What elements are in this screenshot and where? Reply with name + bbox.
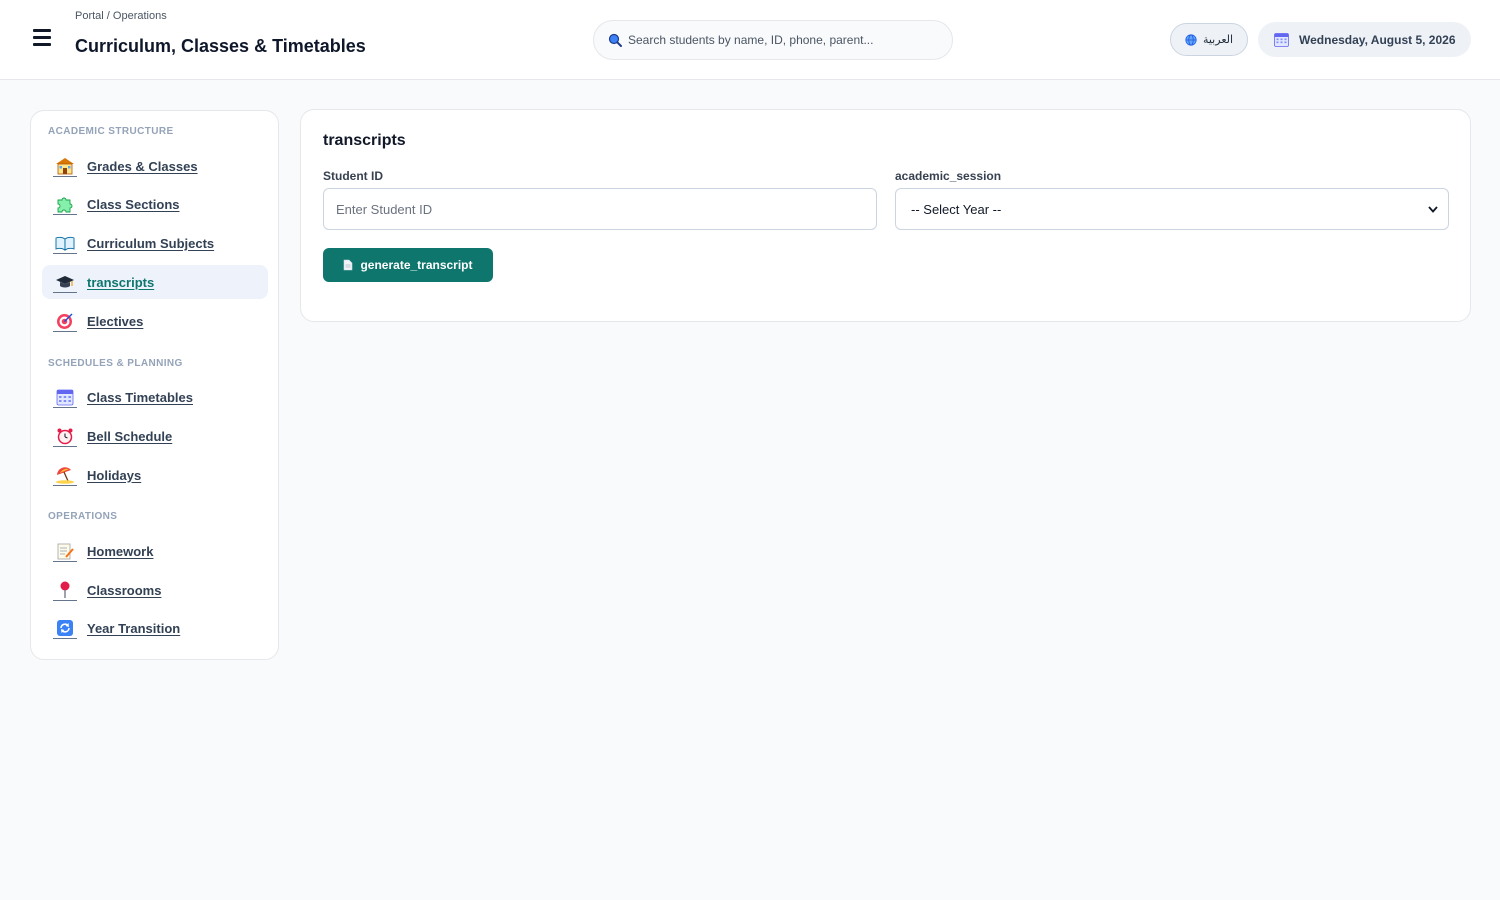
card-title: transcripts [323,132,406,149]
hamburger-menu-icon[interactable] [33,29,55,49]
sidebar-item-label: Electives [87,313,144,329]
sidebar-item-label: Classrooms [87,582,162,598]
sidebar-item-label: Curriculum Subjects [87,235,215,251]
graduation-cap-icon [53,271,77,293]
sidebar-item-label: Grades & Classes [87,158,198,174]
student-id-label: Student ID [323,169,383,183]
sidebar-item-label: Bell Schedule [87,428,173,444]
top-header: Portal / Operations Curriculum, Classes … [0,0,1500,80]
sidebar-item-holidays[interactable]: Holidays [42,458,268,492]
sidebar-item-bell-schedule[interactable]: Bell Schedule [42,419,268,453]
section-title-academic-structure: ACADEMIC STRUCTURE [48,126,174,137]
book-icon [53,232,77,254]
section-title-operations: OPERATIONS [48,511,118,522]
beach-umbrella-icon [53,464,77,486]
sidebar-item-classrooms[interactable]: Classrooms [42,573,268,607]
student-id-field[interactable] [323,188,877,230]
sidebar-item-year-transition[interactable]: Year Transition [42,611,268,645]
sidebar-item-homework[interactable]: Homework [42,534,268,568]
current-date: Wednesday, August 5, 2026 [1299,32,1456,47]
sidebar-item-label: Year Transition [87,620,181,636]
calendar-icon [1274,33,1289,47]
generate-transcript-button[interactable]: generate_transcript [323,248,493,282]
sidebar-item-transcripts[interactable]: transcripts [42,265,268,299]
sidebar-item-label: Class Sections [87,196,180,212]
puzzle-icon [53,193,77,215]
memo-icon [53,540,77,562]
school-icon [53,155,77,177]
sidebar-item-label: transcripts [87,274,155,290]
calendar-icon [53,386,77,408]
section-title-schedules-planning: SCHEDULES & PLANNING [48,358,183,369]
transcripts-card: transcripts Student ID academic_session … [300,109,1471,322]
search-input[interactable] [628,33,938,47]
breadcrumb: Portal / Operations [75,10,167,22]
alarm-clock-icon [53,425,77,447]
sidebar-item-label: Holidays [87,467,142,483]
language-toggle-button[interactable]: العربية [1170,23,1248,56]
sidebar-item-class-timetables[interactable]: Class Timetables [42,380,268,414]
search-bar[interactable] [593,20,953,60]
refresh-icon [53,617,77,639]
sidebar-item-curriculum-subjects[interactable]: Curriculum Subjects [42,226,268,260]
academic-session-label: academic_session [895,169,1002,183]
sidebar-item-class-sections[interactable]: Class Sections [42,187,268,221]
academic-session-select[interactable]: -- Select Year -- [895,188,1449,230]
sidebar-nav: ACADEMIC STRUCTURE Grades & Classes Clas… [30,110,279,660]
pin-icon [53,579,77,601]
date-display: Wednesday, August 5, 2026 [1258,22,1471,57]
globe-icon [1185,33,1197,46]
search-icon [608,33,622,47]
sidebar-item-label: Homework [87,543,154,559]
sidebar-item-electives[interactable]: Electives [42,304,268,338]
target-icon [53,310,77,332]
generate-transcript-label: generate_transcript [360,258,473,272]
sidebar-item-grades-classes[interactable]: Grades & Classes [42,149,268,183]
page-title: Curriculum, Classes & Timetables [75,36,366,56]
sidebar-item-label: Class Timetables [87,389,193,405]
chevron-down-icon [1428,205,1438,213]
document-icon [344,259,353,271]
language-label: العربية [1202,34,1234,46]
selected-year: -- Select Year -- [911,201,1002,217]
